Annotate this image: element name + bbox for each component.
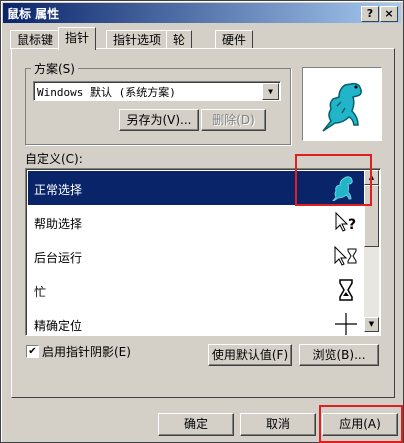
list-item[interactable]: 帮助选择 ? [28,205,366,239]
scheme-group [25,68,291,145]
scheme-label: 方案(S) [31,60,78,77]
list-item[interactable]: 后台运行 [28,239,366,273]
delete-button[interactable]: 删除(D) [201,109,266,131]
list-item-label: 后台运行 [34,251,83,265]
browse-button[interactable]: 浏览(B)... [299,344,379,366]
tab-mouse-buttons[interactable]: 鼠标键 [10,30,61,49]
scheme-value: Windows 默认 (系统方案) [37,86,176,99]
scroll-down-icon[interactable]: ▼ [364,317,379,332]
highlight-box-apply [319,405,403,443]
tab-wheel[interactable]: 轮 [166,30,193,49]
hourglass-icon [339,279,353,301]
list-item[interactable]: 精确定位 [28,307,366,335]
chevron-down-icon[interactable]: ▼ [262,83,279,100]
list-item-label: 正常选择 [34,183,83,197]
svg-text:?: ? [348,217,356,233]
window-title: 鼠标 属性 [7,7,60,21]
title-bar: 鼠标 属性 ? × [3,3,401,23]
help-cursor-icon: ? [335,211,356,233]
customize-label: 自定义(C): [25,152,83,166]
mouse-properties-dialog: 鼠标 属性 ? × 鼠标键 指针 指针选项 轮 硬件 方案(S) Windows… [0,0,404,443]
tab-hardware[interactable]: 硬件 [215,30,254,49]
help-title-button[interactable]: ? [361,6,379,22]
highlight-box-cursor [295,154,372,206]
tab-pointers[interactable]: 指针 [58,27,97,50]
shadow-checkbox[interactable]: ✔ [26,345,39,358]
scheme-dropdown[interactable]: Windows 默认 (系统方案) ▼ [33,81,281,101]
list-item-label: 帮助选择 [34,217,83,231]
ok-button[interactable]: 确定 [158,413,234,436]
save-as-button[interactable]: 另存为(V)... [119,109,199,131]
tab-pointer-options[interactable]: 指针选项 [106,30,169,49]
dinosaur-preview-icon [322,82,362,132]
list-item-label: 精确定位 [34,319,83,333]
working-cursor-icon [334,245,357,266]
cancel-button[interactable]: 取消 [240,413,316,436]
close-title-button[interactable]: × [380,6,398,22]
shadow-checkbox-label: 启用指针阴影(E) [42,345,131,359]
use-default-button[interactable]: 使用默认值(F) [208,344,292,366]
list-item-label: 忙 [34,285,47,299]
list-item[interactable]: 忙 [28,273,366,307]
cursor-preview [302,67,382,141]
crosshair-icon [335,313,357,335]
